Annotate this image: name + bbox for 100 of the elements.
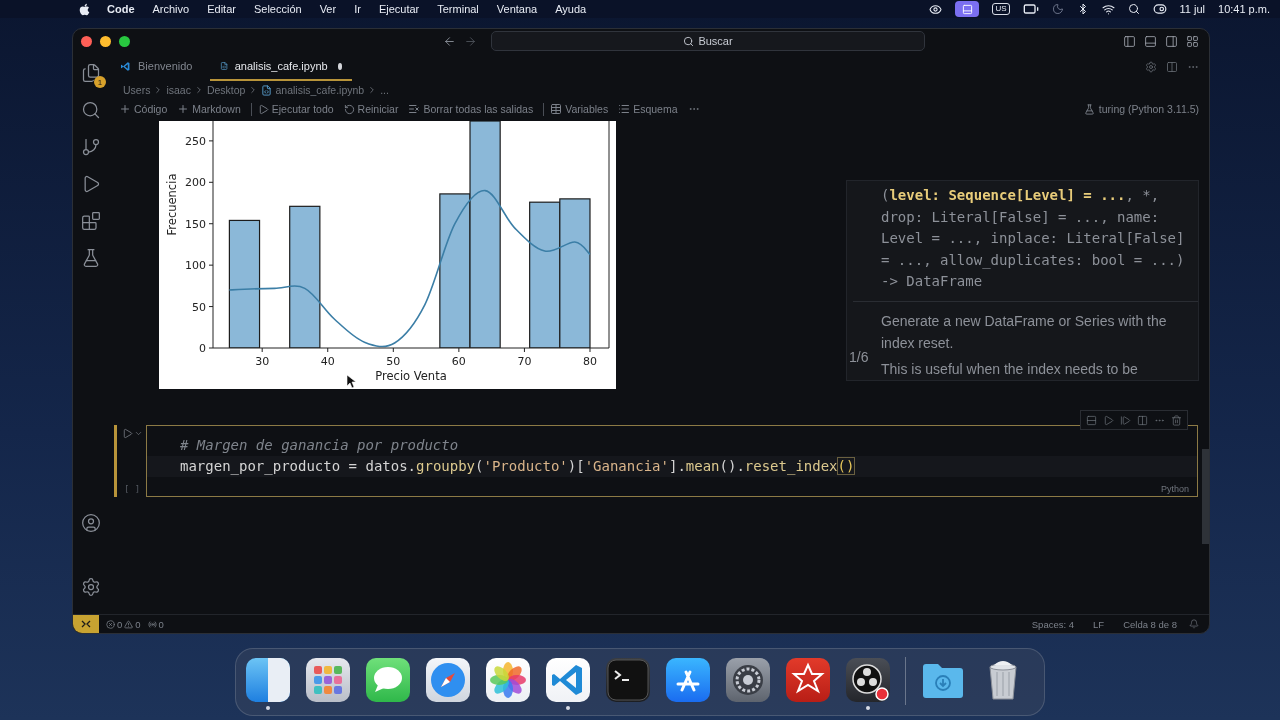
menu-item[interactable]: Terminal bbox=[437, 3, 479, 15]
overload-counter[interactable]: 1/6 bbox=[849, 349, 869, 365]
delete-icon[interactable] bbox=[1171, 414, 1182, 426]
flower-icon[interactable] bbox=[485, 657, 531, 703]
remote-button[interactable] bbox=[73, 615, 99, 633]
input-source[interactable]: US bbox=[992, 3, 1010, 15]
settings-icon[interactable] bbox=[81, 577, 101, 597]
split-square-icon[interactable] bbox=[245, 657, 291, 703]
account-icon[interactable] bbox=[81, 513, 101, 533]
toolbar-action[interactable]: Esquema bbox=[618, 103, 678, 115]
breadcrumb[interactable]: Desktop bbox=[206, 84, 246, 96]
breadcrumb[interactable]: analisis_cafe.ipynb bbox=[261, 84, 365, 96]
menu-item[interactable]: Selección bbox=[253, 3, 302, 15]
split-editor-icon[interactable] bbox=[1166, 61, 1178, 73]
code-comment: # Margen de ganancia por producto bbox=[179, 436, 460, 455]
y-tick-label: 200 bbox=[185, 176, 206, 190]
problems-status[interactable]: 0 0 bbox=[106, 618, 141, 630]
search-field[interactable]: Buscar bbox=[491, 31, 925, 51]
screen-share-button[interactable] bbox=[955, 1, 980, 17]
cell-language[interactable]: Python bbox=[1160, 484, 1189, 494]
editor-tab[interactable]: analisis_cafe.ipynb bbox=[210, 53, 353, 81]
breadcrumb[interactable]: isaac bbox=[166, 84, 191, 96]
search-icon[interactable] bbox=[81, 100, 101, 120]
menu-date[interactable]: 11 jul bbox=[1179, 3, 1205, 15]
toolbar-action[interactable]: Variables bbox=[550, 103, 609, 115]
app-grid-icon[interactable] bbox=[305, 657, 351, 703]
menu-item[interactable]: Ver bbox=[319, 3, 337, 15]
settings-icon[interactable] bbox=[1145, 61, 1157, 73]
error-icon bbox=[106, 619, 115, 629]
y-tick-label: 0 bbox=[199, 342, 206, 355]
split-cell-icon[interactable] bbox=[1137, 414, 1148, 426]
gear-icon[interactable] bbox=[725, 657, 771, 703]
y-tick-label: 50 bbox=[192, 300, 206, 314]
x-tick-label: 60 bbox=[451, 355, 466, 368]
y-tick-label: 250 bbox=[185, 134, 206, 148]
y-tick-label: 100 bbox=[185, 259, 206, 273]
remote-icon bbox=[81, 619, 91, 629]
toolbar-action[interactable]: Ejecutar todo bbox=[257, 103, 334, 115]
unsaved-dot bbox=[337, 62, 343, 70]
apple-logo-icon[interactable] bbox=[78, 2, 91, 16]
search-icon[interactable] bbox=[1127, 3, 1140, 15]
execution-count: [ ] bbox=[124, 484, 142, 494]
menu-item[interactable]: Ayuda bbox=[555, 3, 587, 15]
breadcrumb[interactable]: Users bbox=[123, 84, 151, 96]
battery-icon[interactable] bbox=[1022, 1, 1039, 17]
function-signature: (level: Sequence[Level] = ..., *, drop: Literal[False] = ..., name: Level = ..., inplace: Literal[False] = ..., allow_duplicates: bool = ...) -> DataFrame bbox=[881, 186, 1185, 291]
plus-icon bbox=[177, 103, 190, 115]
layout-icon[interactable] bbox=[1186, 34, 1199, 48]
chat-bubble-icon[interactable] bbox=[365, 657, 411, 703]
clear-outputs-icon bbox=[408, 103, 421, 115]
compass-icon[interactable] bbox=[425, 657, 471, 703]
run-above-icon[interactable] bbox=[1086, 414, 1097, 426]
ports-status[interactable]: 0 bbox=[147, 618, 164, 630]
doc-text: This is useful when the index needs to be bbox=[881, 359, 1139, 379]
panel-left-icon[interactable] bbox=[1123, 34, 1136, 48]
recorder-icon[interactable] bbox=[845, 657, 891, 703]
toolbar-action[interactable]: Markdown bbox=[177, 103, 241, 115]
search-icon bbox=[683, 35, 695, 47]
status-item[interactable]: Spaces: 4 bbox=[1031, 618, 1075, 630]
menu-item[interactable]: Ejecutar bbox=[378, 3, 420, 15]
menu-item[interactable]: Ir bbox=[354, 3, 361, 15]
minimize-button[interactable] bbox=[100, 35, 111, 47]
files-icon[interactable] bbox=[81, 63, 101, 83]
menu-clock[interactable]: 10:41 p.m. bbox=[1218, 3, 1270, 15]
kernel-picker[interactable]: turing (Python 3.11.5) bbox=[1083, 103, 1209, 115]
menu-item[interactable]: Editar bbox=[207, 3, 236, 15]
x-tick-label: 30 bbox=[255, 355, 270, 368]
x-tick-label: 40 bbox=[320, 355, 335, 368]
panel-right-icon[interactable] bbox=[1165, 34, 1178, 48]
menu-item[interactable]: Ventana bbox=[496, 3, 538, 15]
back-arrow-icon[interactable] bbox=[443, 34, 456, 48]
toolbar-action[interactable]: Borrar todas las salidas bbox=[408, 103, 534, 115]
wifi-icon[interactable] bbox=[1101, 2, 1115, 16]
menu-item[interactable]: Archivo bbox=[152, 3, 190, 15]
restart-icon bbox=[343, 103, 355, 115]
control-center-icon[interactable] bbox=[1152, 2, 1167, 16]
breadcrumb[interactable]: ... bbox=[380, 84, 389, 96]
toolbar-action[interactable]: Código bbox=[119, 103, 168, 115]
moon-icon[interactable] bbox=[1051, 3, 1064, 15]
status-item[interactable]: Celda 8 de 8 bbox=[1123, 618, 1177, 630]
code-editor-icon[interactable] bbox=[545, 657, 591, 703]
y-tick-label: 150 bbox=[185, 217, 206, 231]
doc-text: Generate a new DataFrame or Series with the index reset. bbox=[881, 311, 1168, 353]
zoom-button[interactable] bbox=[119, 35, 130, 47]
panel-bottom-icon[interactable] bbox=[1144, 34, 1157, 48]
editor-tab[interactable]: Bienvenido bbox=[109, 53, 203, 81]
scrollbar[interactable] bbox=[1202, 449, 1209, 544]
app-store-icon[interactable] bbox=[665, 657, 711, 703]
eye-icon[interactable] bbox=[929, 2, 943, 16]
toolbar-action[interactable]: Reiniciar bbox=[343, 103, 399, 115]
run-cell-icon[interactable] bbox=[122, 428, 133, 439]
table-icon bbox=[550, 103, 563, 115]
app-menu[interactable]: Code bbox=[107, 3, 135, 15]
source-control-icon[interactable] bbox=[81, 137, 101, 157]
terminal-icon[interactable] bbox=[605, 657, 651, 703]
flask-icon[interactable] bbox=[81, 248, 101, 268]
close-button[interactable] bbox=[81, 35, 92, 47]
code-cell[interactable]: # Margen de ganancia por producto margen_por_producto = datos.groupby('Producto')['Ganancia'].mean().reset_index() Python bbox=[146, 425, 1198, 497]
extensions-icon[interactable] bbox=[81, 211, 101, 231]
status-item[interactable]: LF bbox=[1093, 618, 1105, 630]
